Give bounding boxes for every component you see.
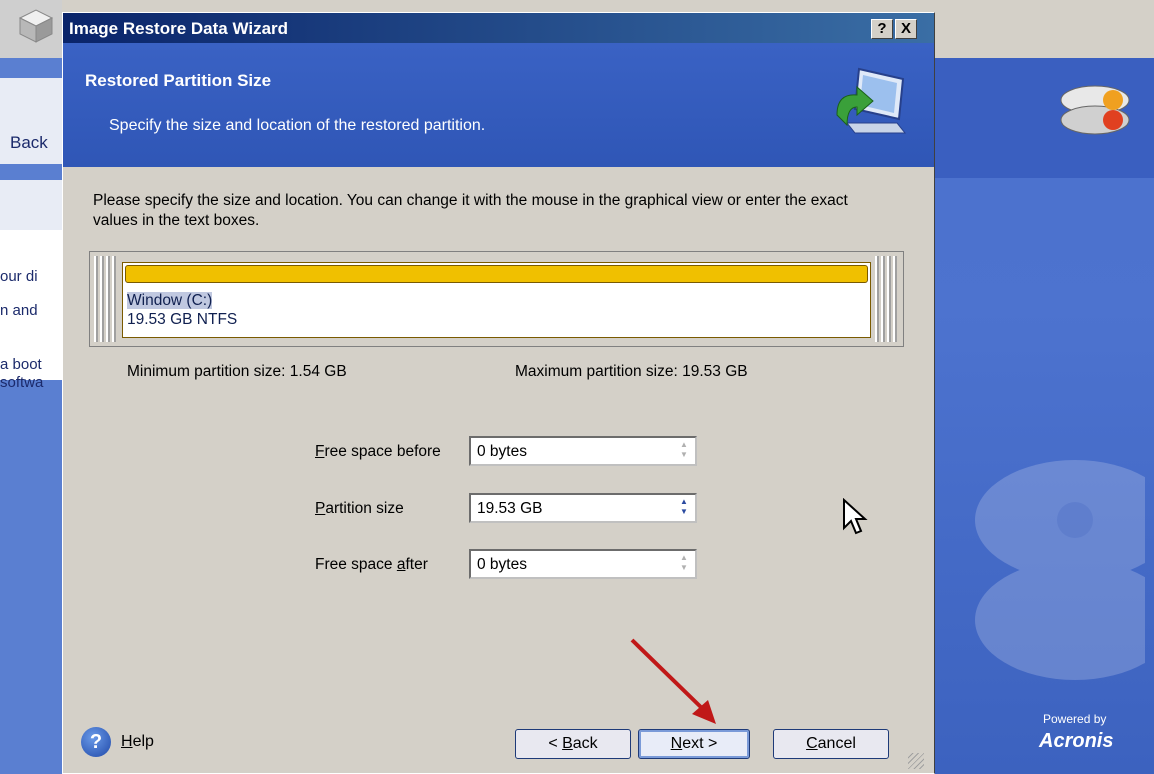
wizard-dialog: Image Restore Data Wizard ? X Restored P… [62,12,935,774]
background-panel [0,180,62,230]
banner-subtitle: Specify the size and location of the res… [109,117,486,134]
background-text-line: softwa [0,374,44,391]
background-toolbar [0,0,62,58]
spinner-icon[interactable]: ▲ ▼ [675,553,693,575]
partition-graphical-view[interactable]: Window (C:) 19.53 GB NTFS [89,251,904,347]
partition-size-fs: 19.53 GB NTFS [127,311,238,328]
background-text-line: our di [0,268,38,285]
resize-grip-icon[interactable] [908,753,924,769]
maximum-partition-size: Maximum partition size: 19.53 GB [515,363,748,380]
restore-monitor-icon [836,67,907,134]
background-app-left: Back our di n and a boot softwa [0,0,62,774]
free-space-after-label: Free space after [315,556,428,573]
help-label: Help [121,733,154,750]
right-resize-handle[interactable] [875,256,899,342]
mouse-cursor-icon [843,498,868,535]
partition-size-value: 19.53 GB [477,500,543,517]
background-text-line: a boot [0,356,42,373]
title-help-button[interactable]: ? [871,19,893,39]
background-app-right: Powered by Acronis [935,0,1154,774]
cancel-button[interactable]: Cancel [773,729,889,759]
help-icon: ? [81,727,111,757]
powered-by-label: Powered by [1043,712,1107,726]
partition-size-input[interactable]: 19.53 GB ▲ ▼ [469,493,697,523]
background-back-link[interactable]: Back [10,133,48,153]
instructions-text: Please specify the size and location. Yo… [93,192,848,229]
partition-usage-bar [125,265,868,283]
disk-logo-icon [1060,85,1130,135]
annotation-arrow-icon [630,638,716,724]
left-resize-handle[interactable] [94,256,118,342]
free-space-before-input[interactable]: 0 bytes ▲ ▼ [469,436,697,466]
partition-label: Window (C:) 19.53 GB NTFS [127,291,237,329]
back-button[interactable]: < Back [515,729,631,759]
hard-disk-background-icon [975,460,1145,680]
close-button[interactable]: X [895,19,917,39]
dialog-title: Image Restore Data Wizard [69,19,289,38]
next-button[interactable]: Next > [638,729,750,759]
acronis-logo: Acronis [1039,730,1114,752]
background-toolbar [935,0,1154,59]
minimum-partition-size: Minimum partition size: 1.54 GB [127,363,347,380]
partition-name: Window (C:) [127,292,213,309]
free-space-after-value: 0 bytes [477,556,527,573]
partition-block[interactable]: Window (C:) 19.53 GB NTFS [122,262,871,338]
app-cube-icon [18,9,54,43]
free-space-before-label: Free space before [315,443,441,460]
spinner-icon[interactable]: ▲ ▼ [675,497,693,519]
background-text-line: n and [0,302,38,319]
partition-size-label: Partition size [315,500,404,517]
free-space-before-value: 0 bytes [477,443,527,460]
banner-title: Restored Partition Size [85,71,272,90]
title-bar[interactable]: Image Restore Data Wizard ? X [63,13,934,43]
wizard-banner: Restored Partition Size Specify the size… [63,43,934,167]
free-space-after-input[interactable]: 0 bytes ▲ ▼ [469,549,697,579]
spinner-icon[interactable]: ▲ ▼ [675,440,693,462]
